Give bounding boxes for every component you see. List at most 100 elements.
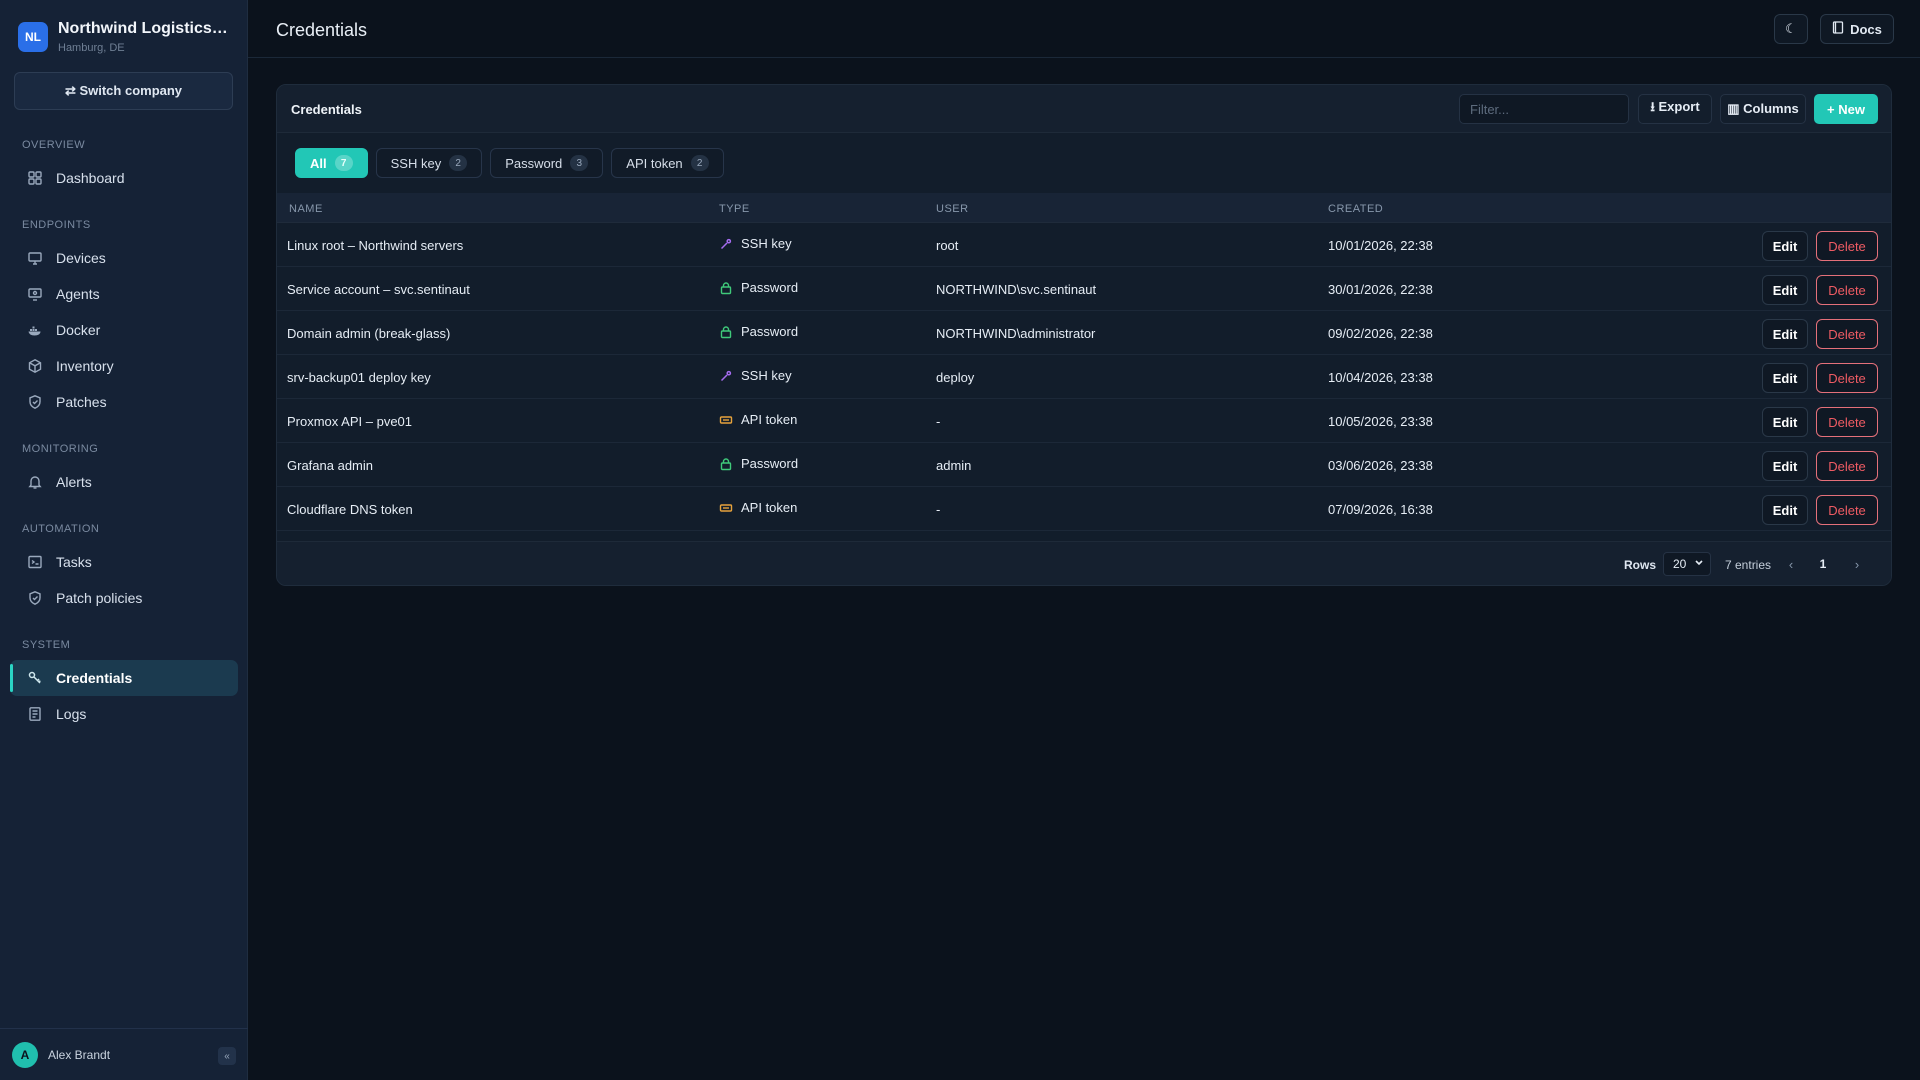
- sidebar-item-credentials[interactable]: Credentials: [10, 660, 238, 696]
- switch-company-button[interactable]: ⇄ Switch company: [14, 72, 233, 110]
- current-page[interactable]: 1: [1812, 553, 1834, 575]
- nav-section-monitoring: MONITORING: [22, 443, 99, 455]
- type-filter-tabs: All 7 SSH key 2 Password 3 API token 2: [295, 148, 732, 178]
- tab-count: 7: [334, 155, 353, 171]
- edit-button[interactable]: Edit: [1762, 407, 1808, 437]
- rows-per-page-value: 20: [1673, 557, 1687, 571]
- credential-created: 09/02/2026, 22:38: [1328, 326, 1433, 341]
- table-row[interactable]: Linux root – Northwind servers SSH key r…: [277, 223, 1891, 267]
- credential-type: Password: [719, 280, 798, 295]
- edit-button[interactable]: Edit: [1762, 363, 1808, 393]
- theme-toggle-button[interactable]: ☾: [1774, 14, 1808, 44]
- sidebar-item-agents[interactable]: Agents: [10, 276, 238, 312]
- column-header-type[interactable]: TYPE: [719, 203, 750, 215]
- book-icon: [1832, 21, 1844, 37]
- docs-button[interactable]: Docs: [1820, 14, 1894, 44]
- table-row[interactable]: Grafana admin Password admin 03/06/2026,…: [277, 443, 1891, 487]
- sidebar-item-devices[interactable]: Devices: [10, 240, 238, 276]
- tab-label: All: [310, 155, 327, 171]
- credential-type-label: Password: [741, 280, 799, 295]
- sidebar-item-label: Agents: [56, 286, 100, 302]
- tab-count: 2: [690, 155, 709, 171]
- credential-type: Password: [719, 324, 798, 339]
- sidebar-item-label: Patches: [56, 394, 107, 410]
- company-location: Hamburg, DE: [58, 42, 125, 54]
- sidebar-item-patch-policies[interactable]: Patch policies: [10, 580, 238, 616]
- collapse-sidebar-button[interactable]: «: [218, 1047, 236, 1065]
- sidebar-item-label: Devices: [56, 250, 106, 266]
- credential-type-label: Password: [741, 456, 799, 471]
- nav-section-automation: AUTOMATION: [22, 523, 100, 535]
- monitor-icon: [26, 249, 44, 267]
- user-name: Alex Brandt: [48, 1047, 111, 1062]
- column-header-created[interactable]: CREATED: [1328, 203, 1383, 215]
- avatar[interactable]: A: [12, 1041, 38, 1068]
- company-logo: NL: [18, 22, 48, 52]
- tab-password[interactable]: Password 3: [490, 148, 604, 178]
- export-button[interactable]: ⭳ Export: [1638, 94, 1712, 124]
- credentials-card: Credentials ⭳ Export ▥ Columns + New All…: [276, 84, 1892, 586]
- edit-button[interactable]: Edit: [1762, 319, 1808, 349]
- sidebar: NL Northwind Logistics ... Hamburg, DE ⇄…: [0, 0, 248, 1080]
- company-header[interactable]: NL Northwind Logistics ... Hamburg, DE: [18, 20, 228, 54]
- table-row[interactable]: Domain admin (break-glass) Password NORT…: [277, 311, 1891, 355]
- delete-button[interactable]: Delete: [1816, 363, 1878, 393]
- lock-icon: [719, 281, 733, 295]
- table-row[interactable]: Service account – svc.sentinaut Password…: [277, 267, 1891, 311]
- sidebar-item-patches[interactable]: Patches: [10, 384, 238, 420]
- column-header-user[interactable]: USER: [936, 203, 969, 215]
- tab-label: API token: [626, 155, 683, 171]
- tab-api-token[interactable]: API token 2: [611, 148, 724, 178]
- delete-button[interactable]: Delete: [1816, 495, 1878, 525]
- table-row[interactable]: Proxmox API – pve01 API token - 10/05/20…: [277, 399, 1891, 443]
- key-icon: [26, 669, 44, 687]
- sidebar-item-logs[interactable]: Logs: [10, 696, 238, 732]
- company-name: Northwind Logistics ...: [58, 20, 228, 37]
- page-title: Credentials: [276, 20, 368, 40]
- edit-button[interactable]: Edit: [1762, 231, 1808, 261]
- tab-ssh-key[interactable]: SSH key 2: [375, 148, 483, 178]
- key-icon: [719, 237, 733, 251]
- credential-created: 10/04/2026, 23:38: [1328, 370, 1433, 385]
- sidebar-item-docker[interactable]: Docker: [10, 312, 238, 348]
- credential-type: API token: [719, 412, 797, 427]
- credential-user: -: [936, 414, 941, 429]
- delete-button[interactable]: Delete: [1816, 407, 1878, 437]
- columns-button[interactable]: ▥ Columns: [1720, 94, 1806, 124]
- docs-label: Docs: [1850, 21, 1882, 37]
- sidebar-item-dashboard[interactable]: Dashboard: [10, 160, 238, 196]
- terminal-icon: [26, 553, 44, 571]
- edit-button[interactable]: Edit: [1762, 451, 1808, 481]
- agent-icon: [26, 285, 44, 303]
- sidebar-item-tasks[interactable]: Tasks: [10, 544, 238, 580]
- next-page-button[interactable]: ›: [1846, 553, 1868, 575]
- edit-button[interactable]: Edit: [1762, 275, 1808, 305]
- sidebar-item-alerts[interactable]: Alerts: [10, 464, 238, 500]
- nav-section-system: SYSTEM: [22, 639, 71, 651]
- delete-button[interactable]: Delete: [1816, 319, 1878, 349]
- edit-button[interactable]: Edit: [1762, 495, 1808, 525]
- credential-type-label: API token: [741, 412, 798, 427]
- page-header: Credentials ☾ Docs: [248, 0, 1920, 58]
- credential-created: 03/06/2026, 23:38: [1328, 458, 1433, 473]
- delete-button[interactable]: Delete: [1816, 451, 1878, 481]
- new-credential-button[interactable]: + New: [1814, 94, 1878, 124]
- sidebar-item-inventory[interactable]: Inventory: [10, 348, 238, 384]
- entries-count: 7 entries: [1725, 558, 1772, 572]
- credential-created: 10/01/2026, 22:38: [1328, 238, 1433, 253]
- rows-per-page-select[interactable]: 20: [1663, 552, 1711, 576]
- delete-button[interactable]: Delete: [1816, 231, 1878, 261]
- docker-icon: [26, 321, 44, 339]
- tab-count: 3: [570, 155, 589, 171]
- credential-name: Grafana admin: [287, 458, 373, 473]
- table-row[interactable]: Cloudflare DNS token API token - 07/09/2…: [277, 487, 1891, 531]
- table-header: NAME TYPE USER CREATED: [277, 193, 1891, 223]
- grid-icon: [26, 169, 44, 187]
- tab-all[interactable]: All 7: [295, 148, 368, 178]
- delete-button[interactable]: Delete: [1816, 275, 1878, 305]
- column-header-name[interactable]: NAME: [289, 203, 323, 215]
- previous-page-button[interactable]: ‹: [1780, 553, 1802, 575]
- table-row[interactable]: srv-backup01 deploy key SSH key deploy 1…: [277, 355, 1891, 399]
- filter-input[interactable]: [1459, 94, 1629, 124]
- user-footer: A Alex Brandt «: [0, 1028, 248, 1080]
